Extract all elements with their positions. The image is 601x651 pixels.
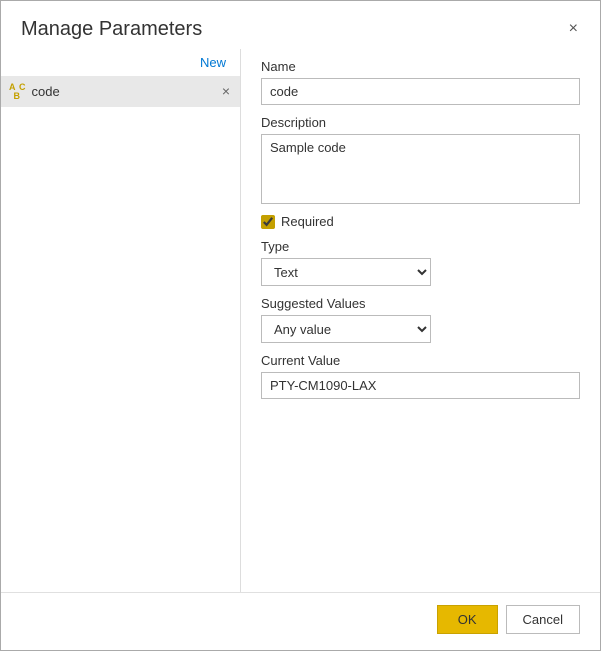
suggested-values-label: Suggested Values xyxy=(261,296,580,311)
name-field-group: Name xyxy=(261,59,580,105)
type-label: Type xyxy=(261,239,580,254)
name-input[interactable] xyxy=(261,78,580,105)
description-label: Description xyxy=(261,115,580,130)
left-panel-header: New xyxy=(1,49,240,76)
description-textarea[interactable] xyxy=(261,134,580,204)
remove-parameter-button[interactable]: × xyxy=(220,84,232,98)
parameter-name-label: code xyxy=(32,84,220,99)
name-label: Name xyxy=(261,59,580,74)
type-field-group: Type Text Number Date True/False xyxy=(261,239,580,286)
dialog-body: New ABC code × Name Description xyxy=(1,49,600,592)
cancel-button[interactable]: Cancel xyxy=(506,605,580,634)
current-value-field-group: Current Value xyxy=(261,353,580,399)
parameter-list: ABC code × xyxy=(1,76,240,592)
dialog-title: Manage Parameters xyxy=(21,18,202,41)
close-button[interactable]: × xyxy=(563,17,584,41)
manage-parameters-dialog: Manage Parameters × New ABC code × Name xyxy=(0,0,601,651)
left-panel: New ABC code × xyxy=(1,49,241,592)
ok-button[interactable]: OK xyxy=(437,605,498,634)
right-panel: Name Description Required Type Text Numb… xyxy=(241,49,600,592)
type-select[interactable]: Text Number Date True/False xyxy=(261,258,431,286)
title-bar: Manage Parameters × xyxy=(1,1,600,49)
parameter-type-icon: ABC xyxy=(9,82,26,101)
required-label: Required xyxy=(281,214,334,229)
dialog-footer: OK Cancel xyxy=(1,592,600,650)
list-item[interactable]: ABC code × xyxy=(1,76,240,107)
required-checkbox[interactable] xyxy=(261,215,275,229)
required-row: Required xyxy=(261,214,580,229)
suggested-values-field-group: Suggested Values Any value List of value… xyxy=(261,296,580,343)
description-field-group: Description xyxy=(261,115,580,204)
current-value-label: Current Value xyxy=(261,353,580,368)
current-value-input[interactable] xyxy=(261,372,580,399)
suggested-values-select[interactable]: Any value List of values xyxy=(261,315,431,343)
new-parameter-button[interactable]: New xyxy=(196,53,230,72)
